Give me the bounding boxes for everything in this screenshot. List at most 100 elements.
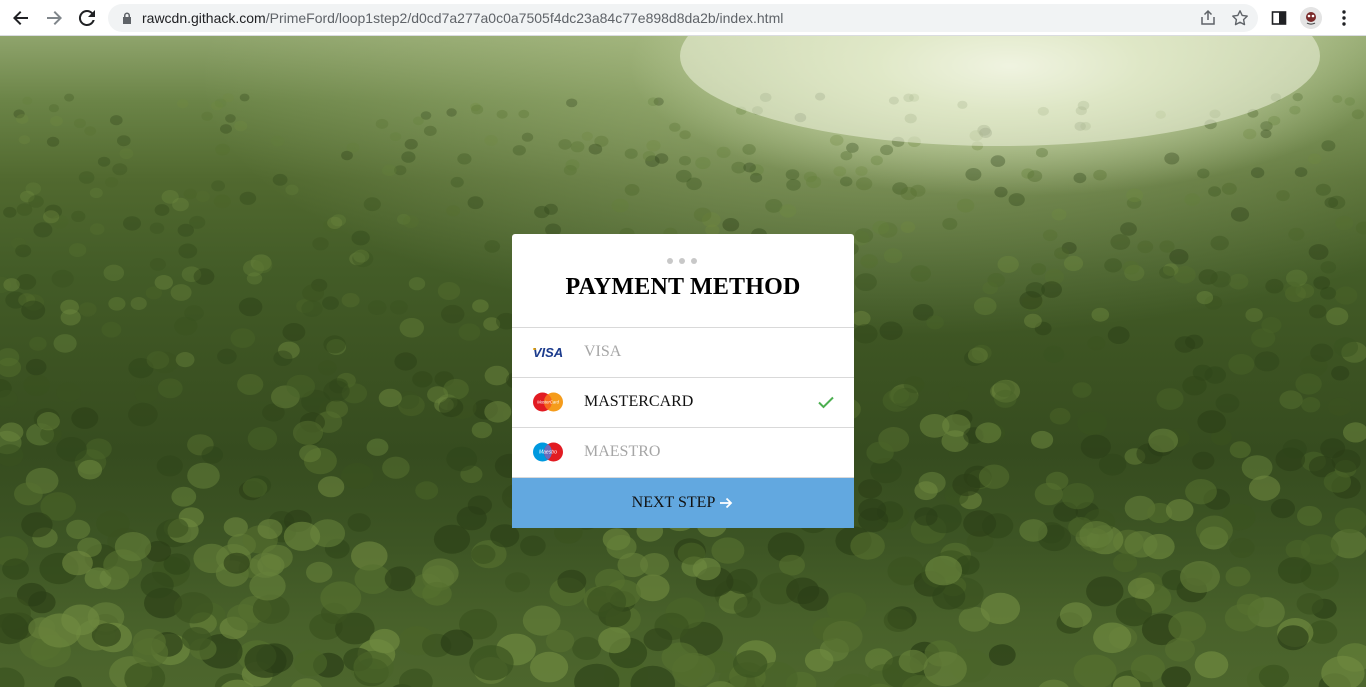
tree-canopy: [1283, 281, 1302, 296]
tree-canopy: [299, 444, 322, 463]
tree-canopy: [1184, 193, 1201, 206]
tree-canopy: [85, 438, 112, 460]
reload-icon[interactable]: [75, 6, 99, 30]
tree-canopy: [62, 550, 93, 576]
tree-canopy: [22, 96, 33, 105]
tree-canopy: [1161, 666, 1191, 687]
tree-canopy: [1321, 140, 1336, 152]
tree-canopy: [1024, 313, 1042, 328]
tree-canopy: [71, 407, 99, 429]
tree-canopy: [1334, 507, 1366, 534]
tree-canopy: [353, 650, 394, 684]
tree-canopy: [272, 173, 288, 186]
tree-canopy: [117, 135, 131, 147]
forward-arrow-icon[interactable]: [42, 6, 66, 30]
tree-canopy: [353, 249, 370, 263]
tree-canopy: [234, 120, 248, 132]
tree-canopy: [557, 569, 587, 594]
address-bar[interactable]: rawcdn.githack.com/PrimeFord/loop1step2/…: [108, 4, 1258, 32]
tree-canopy: [926, 315, 944, 330]
lock-icon[interactable]: [120, 11, 134, 25]
tree-canopy: [879, 321, 903, 341]
tree-canopy: [323, 335, 346, 354]
tree-canopy: [105, 177, 119, 188]
tree-canopy: [161, 190, 179, 204]
tree-canopy: [1115, 597, 1153, 627]
tree-canopy: [327, 216, 343, 229]
tree-canopy: [484, 135, 498, 146]
tree-canopy: [586, 585, 627, 618]
star-icon[interactable]: [1231, 9, 1249, 27]
tree-canopy: [173, 592, 214, 624]
tree-canopy: [101, 321, 122, 338]
tree-canopy: [544, 203, 558, 215]
step-dot: [691, 258, 697, 264]
tree-canopy: [378, 388, 402, 408]
tree-canopy: [36, 412, 60, 431]
tree-canopy: [14, 482, 43, 506]
kebab-menu-icon[interactable]: [1333, 7, 1355, 29]
tree-canopy: [1236, 593, 1265, 616]
sunlight-haze: [680, 36, 1320, 146]
tree-canopy: [1063, 255, 1084, 272]
tree-canopy: [73, 118, 86, 129]
tree-canopy: [1320, 261, 1337, 274]
tree-canopy: [520, 535, 546, 557]
tree-canopy: [1077, 411, 1107, 436]
tree-canopy: [1051, 208, 1067, 221]
arrow-right-icon: [720, 497, 733, 509]
tree-canopy: [1079, 521, 1114, 549]
tree-canopy: [636, 574, 670, 602]
tree-canopy: [346, 142, 360, 153]
tree-canopy: [404, 138, 418, 150]
tree-canopy: [154, 204, 170, 216]
tree-canopy: [1276, 190, 1290, 202]
tree-canopy: [1250, 167, 1265, 179]
tree-canopy: [351, 230, 370, 246]
tree-canopy: [149, 222, 165, 234]
profile-avatar[interactable]: [1300, 7, 1322, 29]
tree-canopy: [722, 218, 740, 232]
tree-canopy: [1054, 247, 1070, 260]
tree-canopy: [1185, 334, 1204, 349]
tree-canopy: [570, 141, 585, 153]
back-arrow-icon[interactable]: [9, 6, 33, 30]
tree-canopy: [467, 495, 492, 515]
tree-canopy: [0, 389, 18, 408]
tree-canopy: [990, 155, 1006, 167]
tree-canopy: [244, 644, 287, 678]
share-icon[interactable]: [1199, 9, 1217, 27]
tree-canopy: [496, 109, 508, 119]
tree-canopy: [292, 420, 324, 445]
tree-canopy: [925, 555, 963, 586]
tree-canopy: [415, 481, 439, 500]
tree-canopy: [743, 162, 756, 173]
tree-canopy: [1043, 345, 1065, 363]
tree-canopy: [15, 114, 29, 124]
tree-canopy: [994, 186, 1008, 198]
maestro-logo: Maestro: [533, 442, 563, 462]
tree-canopy: [1196, 291, 1214, 305]
tree-canopy: [437, 282, 461, 300]
side-panel-icon[interactable]: [1268, 7, 1290, 29]
tree-canopy: [53, 334, 77, 353]
tree-canopy: [686, 177, 702, 191]
tree-canopy: [1168, 611, 1207, 642]
tree-canopy: [1008, 193, 1025, 207]
next-step-button[interactable]: NEXT STEP: [512, 478, 854, 528]
option-mastercard[interactable]: MasterCard MASTERCARD: [512, 378, 854, 428]
url-text[interactable]: rawcdn.githack.com/PrimeFord/loop1step2/…: [142, 10, 783, 26]
tree-canopy: [1328, 397, 1351, 416]
tree-canopy: [0, 667, 25, 687]
tree-canopy: [854, 273, 877, 291]
tree-canopy: [187, 462, 220, 489]
tree-canopy: [880, 144, 894, 156]
tree-canopy: [910, 265, 931, 282]
option-visa[interactable]: VISA VISA: [512, 328, 854, 378]
tree-canopy: [1197, 168, 1210, 179]
tree-canopy: [1042, 229, 1058, 242]
tree-canopy: [140, 571, 174, 599]
tree-canopy: [598, 627, 631, 654]
option-maestro[interactable]: Maestro MAESTRO: [512, 428, 854, 478]
tree-canopy: [402, 215, 419, 229]
